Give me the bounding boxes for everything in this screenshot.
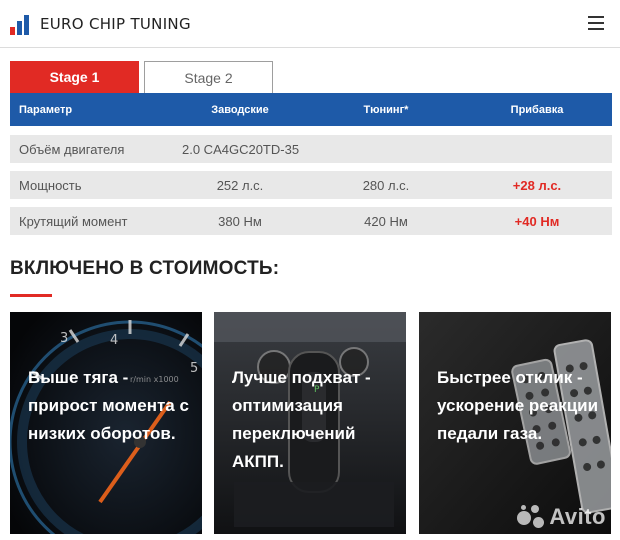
avito-logo-icon [517, 505, 545, 529]
site-logo[interactable]: EURO CHIP TUNING [10, 12, 191, 36]
header-gain: Прибавка [510, 103, 564, 116]
feature-card-shifting[interactable]: P Лучше подхват - оптимизация переключен… [214, 312, 406, 534]
cell-factory: 252 л.с. [216, 177, 264, 193]
header-factory: Заводские [211, 103, 269, 116]
stage-tabs: Stage 1 Stage 2 [10, 61, 273, 93]
logo-bars-icon [10, 13, 32, 35]
card-text: Выше тяга - прирост момента с низких обо… [28, 368, 189, 443]
watermark-text: Avito [549, 504, 606, 529]
cell-factory: 380 Нм [218, 213, 262, 229]
tab-stage-1[interactable]: Stage 1 [10, 61, 139, 93]
table-header: Параметр Заводские Тюнинг* Прибавка [10, 93, 612, 126]
card-text: Лучше подхват - оптимизация переключений… [232, 368, 371, 471]
cell-tuning: 420 Нм [364, 213, 408, 229]
svg-text:4: 4 [110, 333, 118, 348]
cell-param: Крутящий момент [19, 213, 128, 229]
table-row: Крутящий момент 380 Нм 420 Нм +40 Нм [10, 207, 612, 235]
header-tuning: Тюнинг* [363, 103, 409, 116]
hamburger-menu-icon[interactable] [588, 16, 604, 30]
cell-param: Объём двигателя [19, 141, 125, 157]
feature-card-torque[interactable]: 4 3 5 r/min x1000 Выше тяга - прирост мо… [10, 312, 202, 534]
cell-param: Мощность [19, 177, 82, 193]
table-row: Мощность 252 л.с. 280 л.с. +28 л.с. [10, 171, 612, 199]
avito-watermark: Avito [517, 504, 606, 530]
tab-stage-2[interactable]: Stage 2 [144, 61, 273, 93]
logo-text: EURO CHIP TUNING [40, 15, 191, 33]
site-header: EURO CHIP TUNING [0, 0, 620, 48]
svg-text:3: 3 [60, 331, 68, 346]
feature-card-pedal[interactable]: Быстрее отклик - ускорение реакции педал… [419, 312, 611, 534]
cell-factory: 2.0 CA4GC20TD-35 [182, 141, 300, 157]
table-row: Объём двигателя 2.0 CA4GC20TD-35 [10, 135, 612, 163]
section-underline [10, 294, 52, 297]
cell-tuning: 280 л.с. [362, 177, 410, 193]
tuning-table: Параметр Заводские Тюнинг* Прибавка Объё… [10, 93, 612, 235]
header-param: Параметр [19, 103, 73, 116]
section-title: ВКЛЮЧЕНО В СТОИМОСТЬ: [10, 258, 280, 279]
cell-gain: +28 л.с. [512, 177, 562, 193]
card-text: Быстрее отклик - ускорение реакции педал… [437, 368, 599, 443]
cell-gain: +40 Нм [514, 213, 560, 229]
